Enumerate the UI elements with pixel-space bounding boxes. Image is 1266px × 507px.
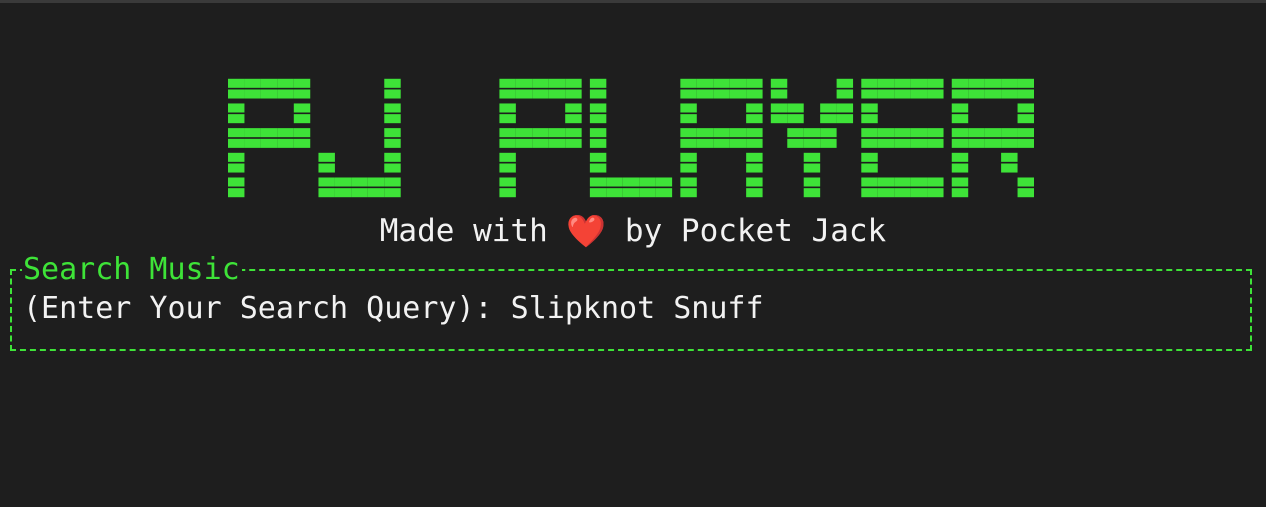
search-prompt-line[interactable]: (Enter Your Search Query): Slipknot Snuf… — [23, 291, 764, 327]
tagline-prefix: Made with — [379, 213, 567, 249]
ascii-logo — [228, 66, 1034, 210]
logo-pixel-art — [228, 78, 1034, 198]
tagline-suffix: by Pocket Jack — [606, 213, 887, 249]
panel-title: Search Music — [22, 252, 242, 288]
terminal-window: Made with ❤️ by Pocket Jack Search Music… — [0, 0, 1266, 507]
tagline: Made with ❤️ by Pocket Jack — [0, 208, 1266, 253]
heart-icon: ❤️ — [566, 212, 607, 250]
search-music-panel[interactable]: Search Music (Enter Your Search Query): … — [10, 252, 1252, 351]
search-query-input[interactable]: Slipknot Snuff — [511, 291, 764, 326]
search-prompt-label: (Enter Your Search Query): — [23, 291, 511, 326]
